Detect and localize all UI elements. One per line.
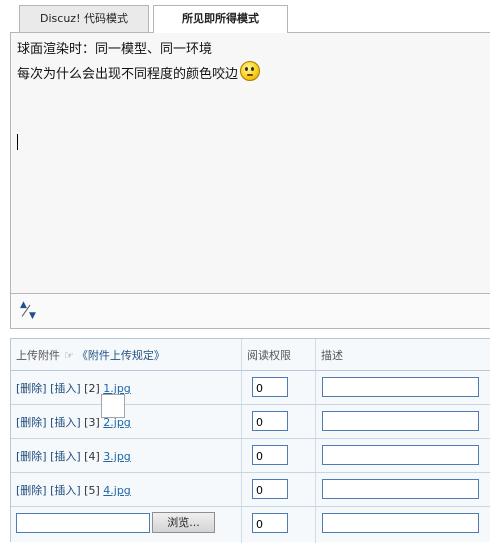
attachment-row: [删除] [插入] [4] 3.jpg 0: [11, 439, 490, 473]
post-editor[interactable]: 球面渲染时：同一模型、同一环境 每次为什么会出现不同程度的颜色咬边: [10, 32, 490, 294]
new-attachment-row: 浏览... 0: [11, 507, 490, 541]
attachment-file-link[interactable]: 3.jpg: [103, 450, 131, 463]
delete-insert-links[interactable]: [删除] [插入]: [16, 484, 81, 497]
attachment-file-link[interactable]: 4.jpg: [103, 484, 131, 497]
tab-wysiwyg-mode[interactable]: 所见即所得模式: [153, 5, 288, 33]
editor-line: 每次为什么会出现不同程度的颜色咬边: [17, 61, 261, 82]
editor-mode-tabs: Discuz! 代码模式 所见即所得模式: [0, 0, 490, 33]
editor-line: 球面渲染时：同一模型、同一环境: [17, 42, 213, 57]
permission-header: 阅读权限: [247, 349, 291, 362]
attachments-table: 上传附件 ☞ 《附件上传规定》 阅读权限 描述 [删除] [插入] [2] 1.jp…: [10, 338, 490, 543]
attachment-preview-popup: [101, 394, 125, 418]
read-permission-input[interactable]: 0: [252, 513, 288, 533]
attachment-name: [删除] [插入] [5] 4.jpg: [16, 482, 131, 498]
browse-button[interactable]: 浏览...: [152, 512, 215, 533]
description-input[interactable]: [322, 445, 479, 465]
text-caret: [17, 134, 18, 150]
delete-insert-links[interactable]: [删除] [插入]: [16, 382, 81, 395]
attachment-row: [删除] [插入] [2] 1.jpg 0: [11, 371, 490, 405]
read-permission-input[interactable]: 0: [252, 377, 288, 397]
read-permission-input[interactable]: 0: [252, 445, 288, 465]
attachment-index: [2]: [84, 382, 100, 395]
attachments-header-row: 上传附件 ☞ 《附件上传规定》 阅读权限 描述: [11, 339, 490, 371]
read-permission-input[interactable]: 0: [252, 479, 288, 499]
description-input[interactable]: [322, 513, 479, 533]
attachment-index: [4]: [84, 450, 100, 463]
description-input[interactable]: [322, 479, 479, 499]
confused-smiley-icon: [240, 61, 261, 81]
delete-insert-links[interactable]: [删除] [插入]: [16, 450, 81, 463]
pointing-hand-icon: ☞: [64, 349, 74, 362]
attachment-index: [3]: [84, 416, 100, 429]
attachment-index: [5]: [84, 484, 100, 497]
upload-rules-link[interactable]: 《附件上传规定》: [77, 349, 165, 362]
resize-editor-icon[interactable]: ▲ ▼: [19, 299, 39, 321]
attachment-name: [删除] [插入] [4] 3.jpg: [16, 448, 131, 464]
editor-resize-bar: ▲ ▼: [10, 294, 490, 329]
tab-code-mode[interactable]: Discuz! 代码模式: [19, 5, 149, 32]
description-header: 描述: [321, 349, 343, 362]
delete-insert-links[interactable]: [删除] [插入]: [16, 416, 81, 429]
read-permission-input[interactable]: 0: [252, 411, 288, 431]
upload-header: 上传附件 ☞ 《附件上传规定》: [16, 349, 165, 362]
description-input[interactable]: [322, 377, 479, 397]
description-input[interactable]: [322, 411, 479, 431]
attachment-row: [删除] [插入] [3] 2.jpg 0: [11, 405, 490, 439]
file-path-input[interactable]: [16, 513, 150, 533]
attachment-row: [删除] [插入] [5] 4.jpg 0: [11, 473, 490, 507]
